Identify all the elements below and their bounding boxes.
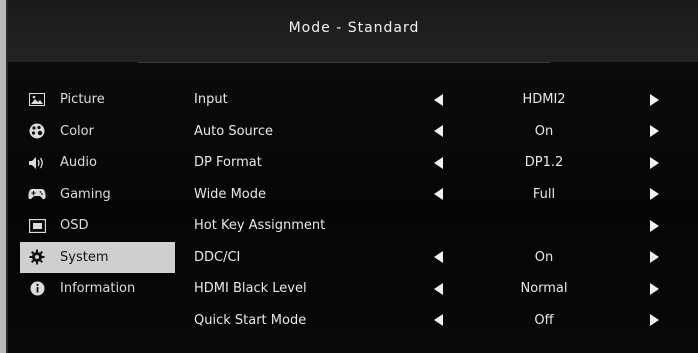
option-label: Input [194,92,228,108]
right-arrow-icon[interactable] [650,188,659,201]
left-arrow-icon[interactable] [434,282,443,295]
sidebar-item-audio[interactable]: Audio [20,147,175,179]
osd-screen: Mode - Standard Picture Color Audio Gami [6,0,698,353]
option-quick-start-mode[interactable]: Quick Start Mode Off [194,305,674,337]
option-label: Auto Source [194,123,273,139]
option-value: HDMI2 [522,92,566,108]
option-value: On [534,123,554,139]
right-arrow-icon[interactable] [650,156,659,169]
option-ddc-ci[interactable]: DDC/CI On [194,242,674,274]
right-arrow-icon[interactable] [650,219,659,232]
option-value: Normal [520,281,568,297]
option-label: Hot Key Assignment [194,218,326,234]
left-arrow-icon[interactable] [434,251,443,264]
option-label: DDC/CI [194,249,241,265]
option-label: Quick Start Mode [194,312,307,328]
left-arrow-icon[interactable] [434,156,443,169]
option-wide-mode[interactable]: Wide Mode Full [194,179,674,211]
left-arrow-icon[interactable] [434,188,443,201]
system-options-list: Input HDMI2 Auto Source On DP Format DP1… [194,84,674,336]
option-hdmi-black-level[interactable]: HDMI Black Level Normal [194,273,674,305]
gamepad-icon [28,186,46,202]
gear-icon [28,249,46,265]
sidebar-item-osd[interactable]: OSD [20,210,175,242]
sidebar-item-gaming[interactable]: Gaming [20,179,175,211]
option-label: DP Format [194,155,262,171]
sidebar-item-system[interactable]: System [20,241,175,273]
option-label: Wide Mode [194,186,266,202]
option-value: Full [532,186,556,202]
right-arrow-icon[interactable] [650,125,659,138]
palette-icon [28,123,46,139]
left-arrow-icon[interactable] [434,125,443,138]
sidebar-item-label: Gaming [60,186,111,202]
sidebar-item-label: Color [60,123,94,139]
info-icon [28,281,46,297]
option-value: Off [534,312,554,328]
sidebar-item-information[interactable]: Information [20,273,175,305]
sidebar-item-label: System [60,249,109,265]
sidebar-item-color[interactable]: Color [20,116,175,148]
option-input[interactable]: Input HDMI2 [194,84,674,116]
sidebar-item-picture[interactable]: Picture [20,84,175,116]
option-value: On [534,249,554,265]
option-dp-format[interactable]: DP Format DP1.2 [194,147,674,179]
sidebar-item-label: Information [60,281,136,297]
option-hot-key-assignment[interactable]: Hot Key Assignment [194,210,674,242]
title-band: Mode - Standard [8,0,698,63]
right-arrow-icon[interactable] [650,93,659,106]
right-arrow-icon[interactable] [650,251,659,264]
sidebar-item-label: OSD [60,218,89,234]
right-arrow-icon[interactable] [650,314,659,327]
left-arrow-icon[interactable] [434,93,443,106]
option-value: DP1.2 [524,155,564,171]
option-label: HDMI Black Level [194,281,307,297]
speaker-icon [28,155,46,171]
mode-title: Mode - Standard [288,20,420,36]
right-arrow-icon[interactable] [650,282,659,295]
osd-sidebar: Picture Color Audio Gaming OSD System In… [20,84,175,305]
option-auto-source[interactable]: Auto Source On [194,116,674,148]
left-arrow-icon[interactable] [434,314,443,327]
picture-icon [28,92,46,108]
sidebar-item-label: Picture [60,92,105,108]
osd-icon [28,218,46,234]
sidebar-item-label: Audio [60,155,97,171]
